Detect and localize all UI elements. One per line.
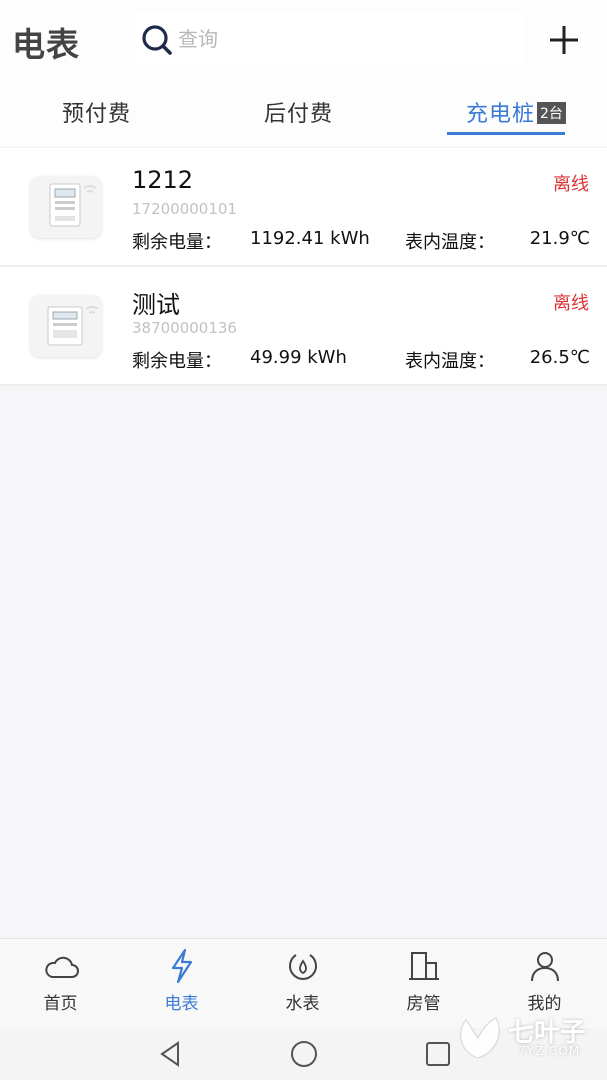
- person-icon: [531, 952, 559, 982]
- tab-label: 充电桩: [466, 102, 536, 127]
- nav-label: 我的: [527, 994, 562, 1014]
- nav-home[interactable]: 首页: [0, 939, 121, 1029]
- nav-profile[interactable]: 我的: [484, 939, 605, 1029]
- status-badge: 离线: [553, 293, 589, 314]
- list-item[interactable]: 测试 38700000136 离线 剩余电量： 49.99 kWh 表内温度： …: [0, 267, 607, 386]
- nav-room-management[interactable]: 房管: [363, 939, 484, 1029]
- electric-meter-icon: [30, 295, 102, 357]
- cloud-icon: [45, 956, 79, 978]
- nav-label: 房管: [406, 994, 441, 1014]
- back-icon[interactable]: [154, 1038, 186, 1070]
- recents-square-icon[interactable]: [422, 1038, 454, 1070]
- building-icon: [409, 952, 439, 980]
- nav-label: 水表: [285, 994, 320, 1014]
- search-box[interactable]: [136, 12, 524, 66]
- page-title: 电表: [12, 25, 80, 64]
- active-tab-indicator: [447, 132, 565, 135]
- lightning-icon: [171, 948, 193, 984]
- count-badge: 2台: [537, 102, 566, 124]
- system-nav-bar: [0, 1028, 607, 1080]
- meter-type-tabs: 预付费 后付费 充电桩 2台: [0, 78, 607, 146]
- remaining-value: 1192.41 kWh: [250, 228, 370, 249]
- remaining-label: 剩余电量：: [132, 232, 222, 253]
- top-bar: 电表: [0, 0, 607, 78]
- remaining-label: 剩余电量：: [132, 351, 222, 372]
- tab-postpaid[interactable]: 后付费: [264, 96, 333, 128]
- meter-name: 测试: [132, 291, 180, 319]
- status-badge: 离线: [553, 174, 589, 195]
- screen: 电表 预付费 后付费 充电桩2台: [0, 0, 607, 1080]
- nav-electric-meter[interactable]: 电表: [121, 939, 242, 1029]
- temperature-value: 26.5℃: [529, 347, 590, 368]
- nav-water-meter[interactable]: 水表: [242, 939, 363, 1029]
- water-drop-icon: [289, 954, 317, 980]
- search-input[interactable]: [178, 24, 508, 54]
- remaining-value: 49.99 kWh: [250, 347, 347, 368]
- tab-label: 后付费: [264, 102, 334, 127]
- meter-list: 1212 17200000101 离线 剩余电量： 1192.41 kWh 表内…: [0, 148, 607, 386]
- add-icon[interactable]: [546, 22, 582, 58]
- nav-label: 电表: [164, 994, 199, 1014]
- tab-prepaid[interactable]: 预付费: [62, 96, 131, 128]
- bottom-nav: 首页 电表 水表 房管 我的: [0, 938, 607, 1028]
- electric-meter-icon: [30, 176, 102, 238]
- meter-name: 1212: [132, 166, 194, 194]
- meter-id: 38700000136: [132, 319, 237, 337]
- tab-label: 预付费: [62, 102, 132, 127]
- temperature-label: 表内温度：: [405, 351, 495, 372]
- meter-id: 17200000101: [132, 200, 237, 218]
- home-circle-icon[interactable]: [288, 1038, 320, 1070]
- search-icon: [142, 25, 172, 55]
- tab-charging-pile[interactable]: 充电桩 2台: [466, 96, 566, 128]
- list-item[interactable]: 1212 17200000101 离线 剩余电量： 1192.41 kWh 表内…: [0, 148, 607, 267]
- nav-label: 首页: [43, 994, 78, 1014]
- temperature-value: 21.9℃: [529, 228, 590, 249]
- temperature-label: 表内温度：: [405, 232, 495, 253]
